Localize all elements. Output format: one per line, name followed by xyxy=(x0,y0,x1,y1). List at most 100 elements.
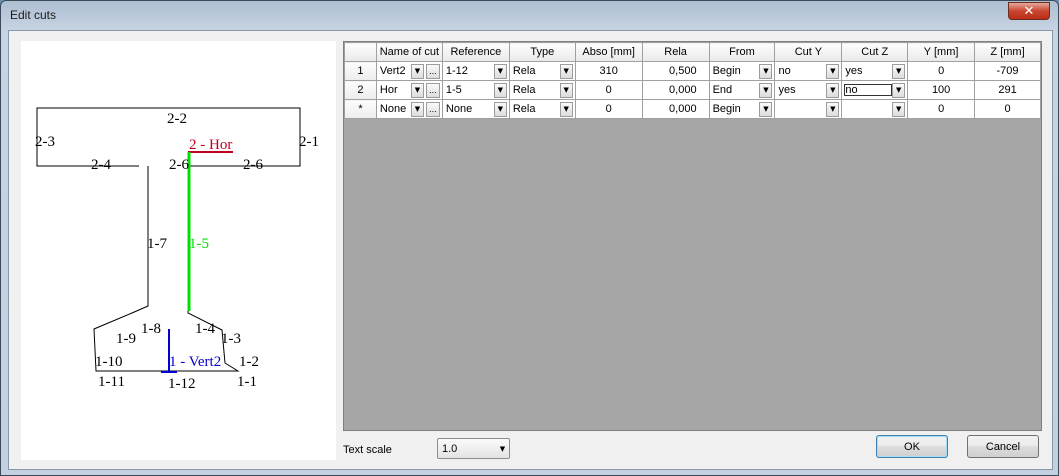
reference-cell[interactable]: None ▼ xyxy=(441,99,510,119)
text-scale-select[interactable]: 1.0 ▼ xyxy=(437,438,510,459)
type-cell[interactable]: Rela ▼ xyxy=(508,99,576,119)
section-drawing: 2-2 2-3 2-1 2 - Hor 2-4 2-6 2-6 1-7 1-5 … xyxy=(35,107,319,392)
cancel-button[interactable]: Cancel xyxy=(967,435,1039,458)
from-cell[interactable]: End ▼ xyxy=(708,80,776,100)
cut-z-cell[interactable]: yes ▼ xyxy=(841,61,909,81)
y-cell[interactable]: 0 xyxy=(907,99,976,119)
cut-z-cell[interactable]: ▼ xyxy=(841,99,909,119)
chevron-down-icon[interactable]: ▼ xyxy=(759,101,773,117)
y-cell[interactable]: 100 xyxy=(907,80,976,100)
from-cell[interactable]: Begin ▼ xyxy=(708,99,776,119)
window-title: Edit cuts xyxy=(10,8,57,22)
name-value: Vert2 xyxy=(379,65,406,77)
label-2-3: 2-3 xyxy=(35,134,55,150)
reference-value: None xyxy=(445,103,473,115)
chevron-down-icon[interactable]: ▼ xyxy=(559,101,573,117)
title-bar[interactable]: Edit cuts ✕ xyxy=(1,1,1058,29)
label-1-7: 1-7 xyxy=(147,236,167,252)
col-header-rela[interactable]: Rela xyxy=(641,42,710,62)
reference-cell[interactable]: 1-5 ▼ xyxy=(441,80,510,100)
cut-z-cell[interactable]: no ▼ xyxy=(841,80,909,100)
chevron-down-icon[interactable]: ▼ xyxy=(496,441,509,456)
from-value: End xyxy=(712,84,733,96)
label-1-4: 1-4 xyxy=(195,321,215,337)
type-cell[interactable]: Rela ▼ xyxy=(508,61,576,81)
y-cell[interactable]: 0 xyxy=(907,61,976,81)
reference-cell[interactable]: 1-12 ▼ xyxy=(441,61,510,81)
chevron-down-icon[interactable]: ▼ xyxy=(410,82,424,98)
label-1-3: 1-3 xyxy=(221,331,241,347)
ellipsis-button[interactable]: ... xyxy=(425,63,440,79)
type-cell[interactable]: Rela ▼ xyxy=(508,80,576,100)
col-header-reference[interactable]: Reference xyxy=(441,42,510,62)
section-canvas[interactable]: 2-2 2-3 2-1 2 - Hor 2-4 2-6 2-6 1-7 1-5 … xyxy=(21,41,336,460)
close-button[interactable]: ✕ xyxy=(1008,2,1050,20)
type-value: Rela xyxy=(512,84,536,96)
col-header-y[interactable]: Y [mm] xyxy=(907,42,976,62)
cut-y-cell[interactable]: yes ▼ xyxy=(774,80,843,100)
label-1-2: 1-2 xyxy=(239,354,259,370)
label-1-12: 1-12 xyxy=(168,376,196,392)
z-cell[interactable]: 291 xyxy=(974,80,1041,100)
col-header-abso[interactable]: Abso [mm] xyxy=(574,42,643,62)
rela-cell[interactable]: 0,500 xyxy=(641,61,710,81)
name-cell[interactable]: Vert2 ▼... xyxy=(375,61,443,81)
z-cell[interactable]: 0 xyxy=(974,99,1041,119)
from-cell[interactable]: Begin ▼ xyxy=(708,61,776,81)
col-header-name[interactable]: Name of cut xyxy=(375,42,443,62)
col-header-cut-z[interactable]: Cut Z xyxy=(841,42,909,62)
col-header-type[interactable]: Type xyxy=(508,42,576,62)
abso-cell[interactable]: 310 xyxy=(574,61,643,81)
chevron-down-icon[interactable]: ▼ xyxy=(559,82,573,98)
rela-cell[interactable]: 0,000 xyxy=(641,99,710,119)
chevron-down-icon[interactable]: ▼ xyxy=(559,63,573,79)
chevron-down-icon[interactable]: ▼ xyxy=(892,63,906,79)
cut-y-cell[interactable]: no ▼ xyxy=(774,61,843,81)
row-header[interactable]: 2 xyxy=(344,80,377,100)
col-header-from[interactable]: From xyxy=(708,42,776,62)
label-2-2: 2-2 xyxy=(167,111,187,127)
name-value: Hor xyxy=(379,84,398,96)
chevron-down-icon[interactable]: ▼ xyxy=(826,101,840,117)
label-1-5: 1-5 xyxy=(189,236,209,252)
ok-button[interactable]: OK xyxy=(876,435,948,458)
label-cut-vert: 1 - Vert2 xyxy=(169,354,221,370)
label-2-6b: 2-6 xyxy=(243,157,263,173)
chevron-down-icon[interactable]: ▼ xyxy=(493,82,507,98)
cut-y-cell[interactable]: ▼ xyxy=(774,99,843,119)
col-header-z[interactable]: Z [mm] xyxy=(974,42,1041,62)
text-scale-value: 1.0 xyxy=(442,442,458,455)
cuts-grid[interactable]: Name of cut Reference Type Abso [mm] Rel… xyxy=(343,41,1042,431)
abso-cell[interactable]: 0 xyxy=(574,80,643,100)
col-header-cut-y[interactable]: Cut Y xyxy=(774,42,843,62)
z-cell[interactable]: -709 xyxy=(974,61,1041,81)
chevron-down-icon[interactable]: ▼ xyxy=(493,101,507,117)
chevron-down-icon[interactable]: ▼ xyxy=(826,63,840,79)
chevron-down-icon[interactable]: ▼ xyxy=(826,82,840,98)
row-header[interactable]: * xyxy=(344,99,377,119)
chevron-down-icon[interactable]: ▼ xyxy=(410,63,424,79)
label-1-8: 1-8 xyxy=(141,321,161,337)
label-1-9: 1-9 xyxy=(116,331,136,347)
cut-z-value: no xyxy=(844,84,893,96)
name-cell[interactable]: None ▼... xyxy=(375,99,443,119)
ellipsis-button[interactable]: ... xyxy=(425,82,440,98)
from-value: Begin xyxy=(712,65,741,77)
chevron-down-icon[interactable]: ▼ xyxy=(759,63,773,79)
abso-cell[interactable]: 0 xyxy=(574,99,643,119)
name-cell[interactable]: Hor ▼... xyxy=(375,80,443,100)
chevron-down-icon[interactable]: ▼ xyxy=(410,101,424,117)
chevron-down-icon[interactable]: ▼ xyxy=(892,101,906,117)
reference-value: 1-12 xyxy=(445,65,468,77)
chevron-down-icon[interactable]: ▼ xyxy=(759,82,773,98)
label-2-1: 2-1 xyxy=(299,134,319,150)
header-row: Name of cut Reference Type Abso [mm] Rel… xyxy=(344,42,1041,62)
rela-cell[interactable]: 0,000 xyxy=(641,80,710,100)
chevron-down-icon[interactable]: ▼ xyxy=(493,63,507,79)
ellipsis-button[interactable]: ... xyxy=(425,101,440,117)
row-header[interactable]: 1 xyxy=(344,61,377,81)
cut-z-value: yes xyxy=(845,65,863,77)
chevron-down-icon[interactable]: ▼ xyxy=(892,82,906,98)
col-header-corner xyxy=(344,42,377,62)
label-1-11: 1-11 xyxy=(98,374,125,390)
